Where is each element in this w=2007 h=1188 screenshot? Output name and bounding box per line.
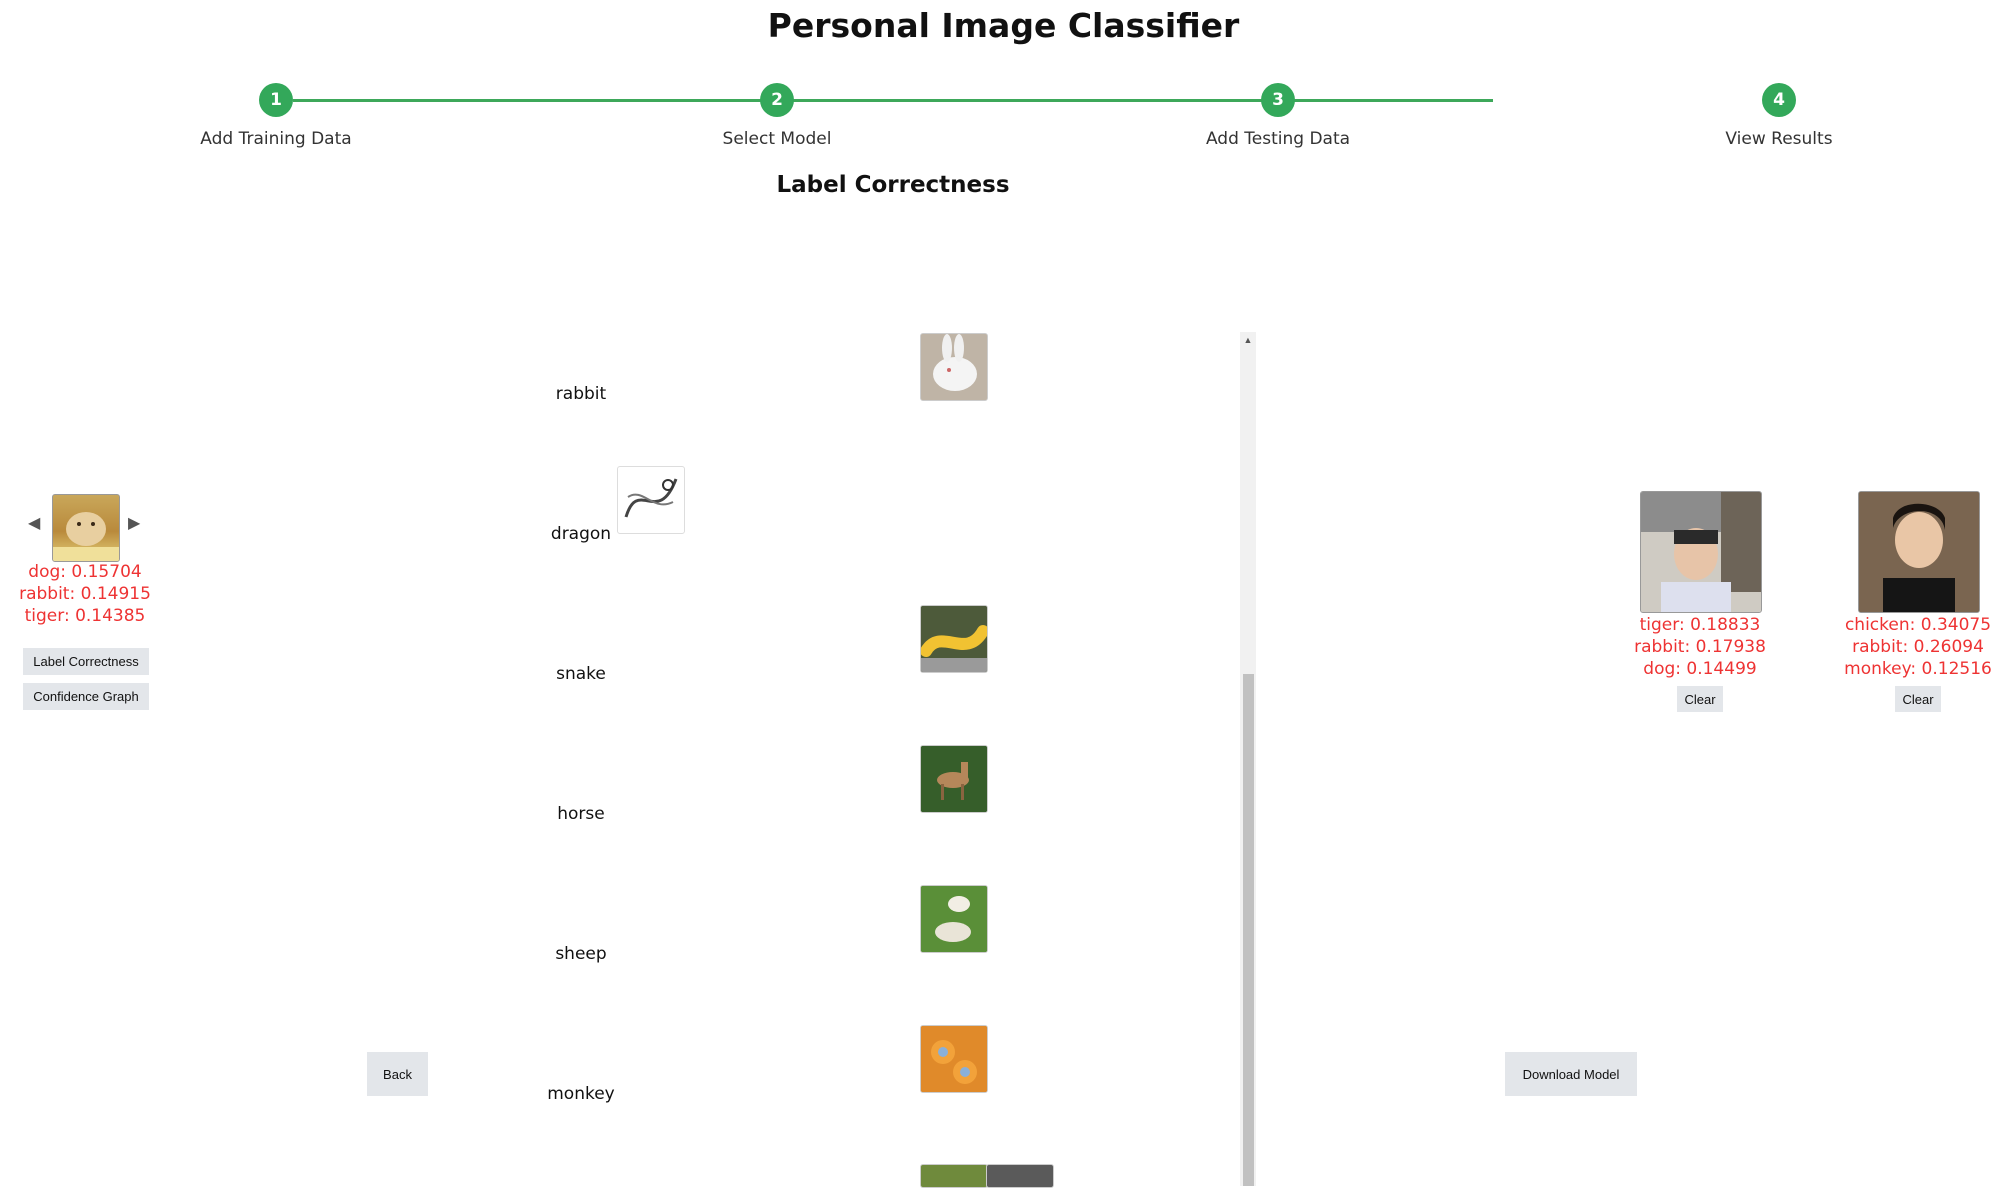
test-image-2-clear-button[interactable]: Clear: [1895, 686, 1941, 712]
test-image-1-prediction-2: rabbit: 0.17938: [1634, 637, 1766, 657]
step-4-label: View Results: [1725, 129, 1833, 149]
label-correctness-button[interactable]: Label Correctness: [23, 648, 149, 675]
test-image-1-predictions: tiger: 0.18833 rabbit: 0.17938 dog: 0.14…: [1600, 614, 1800, 680]
page-title: Personal Image Classifier: [767, 6, 1240, 45]
current-image-predictions: dog: 0.15704 rabbit: 0.14915 tiger: 0.14…: [0, 561, 185, 627]
test-image-1-prediction-3: dog: 0.14499: [1643, 659, 1757, 679]
horse-image-art: [921, 746, 987, 812]
back-button[interactable]: Back: [367, 1052, 428, 1096]
current-image-thumbnail: [52, 494, 120, 562]
step-3-label: Add Testing Data: [1205, 129, 1351, 149]
label-snake: snake: [556, 664, 606, 684]
step-1-label: Add Training Data: [200, 129, 352, 149]
prediction-3: tiger: 0.14385: [24, 606, 146, 626]
dragon-image-art: [624, 478, 678, 518]
rabbit-image-art: [921, 334, 987, 400]
hamster-image: [53, 512, 119, 561]
test-image-2-prediction-3: monkey: 0.12516: [1844, 659, 1992, 679]
test-image-2[interactable]: [1858, 491, 1980, 613]
step-1-circle[interactable]: 1: [259, 83, 293, 117]
test-person-image[interactable]: [986, 1164, 1054, 1188]
confidence-graph-button[interactable]: Confidence Graph: [23, 683, 149, 710]
sheep-image[interactable]: [920, 885, 988, 953]
chicken-image[interactable]: [920, 1164, 988, 1188]
test-image-1-clear-button[interactable]: Clear: [1677, 686, 1723, 712]
triangle-left-icon[interactable]: ◀: [28, 513, 40, 533]
monkey-image[interactable]: [920, 1025, 988, 1093]
step-4-circle[interactable]: 4: [1762, 83, 1796, 117]
test-image-2-prediction-2: rabbit: 0.26094: [1852, 637, 1984, 657]
step-2-circle[interactable]: 2: [760, 83, 794, 117]
triangle-right-icon[interactable]: ▶: [128, 513, 140, 533]
test-image-2-art: [1859, 492, 1979, 612]
snake-image[interactable]: [920, 605, 988, 673]
label-horse: horse: [557, 804, 605, 824]
download-model-button[interactable]: Download Model: [1505, 1052, 1637, 1096]
test-image-2-prediction-1: chicken: 0.34075: [1844, 615, 1992, 635]
dragon-image[interactable]: [617, 466, 685, 534]
horse-image[interactable]: [920, 745, 988, 813]
label-rabbit: rabbit: [555, 384, 607, 404]
test-image-2-predictions: chicken: 0.34075 rabbit: 0.26094 monkey:…: [1818, 614, 2007, 680]
scroll-up-arrow-icon[interactable]: ▲: [1242, 333, 1254, 347]
test-image-1-art: [1641, 492, 1761, 612]
test-image-1[interactable]: [1640, 491, 1762, 613]
stepper-line: [293, 99, 1493, 102]
label-monkey: monkey: [547, 1084, 615, 1104]
sheep-image-art: [921, 886, 987, 952]
prediction-2: rabbit: 0.14915: [19, 584, 151, 604]
scrollbar-thumb[interactable]: [1243, 674, 1254, 1186]
test-image-1-prediction-1: tiger: 0.18833: [1639, 615, 1761, 635]
snake-image-art: [921, 606, 987, 672]
step-3-circle[interactable]: 3: [1261, 83, 1295, 117]
step-2-label: Select Model: [722, 129, 832, 149]
prediction-1: dog: 0.15704: [28, 562, 142, 582]
view-title: Label Correctness: [776, 172, 1010, 198]
rabbit-image[interactable]: [920, 333, 988, 401]
monkey-image-art: [921, 1026, 987, 1092]
label-sheep: sheep: [555, 944, 607, 964]
